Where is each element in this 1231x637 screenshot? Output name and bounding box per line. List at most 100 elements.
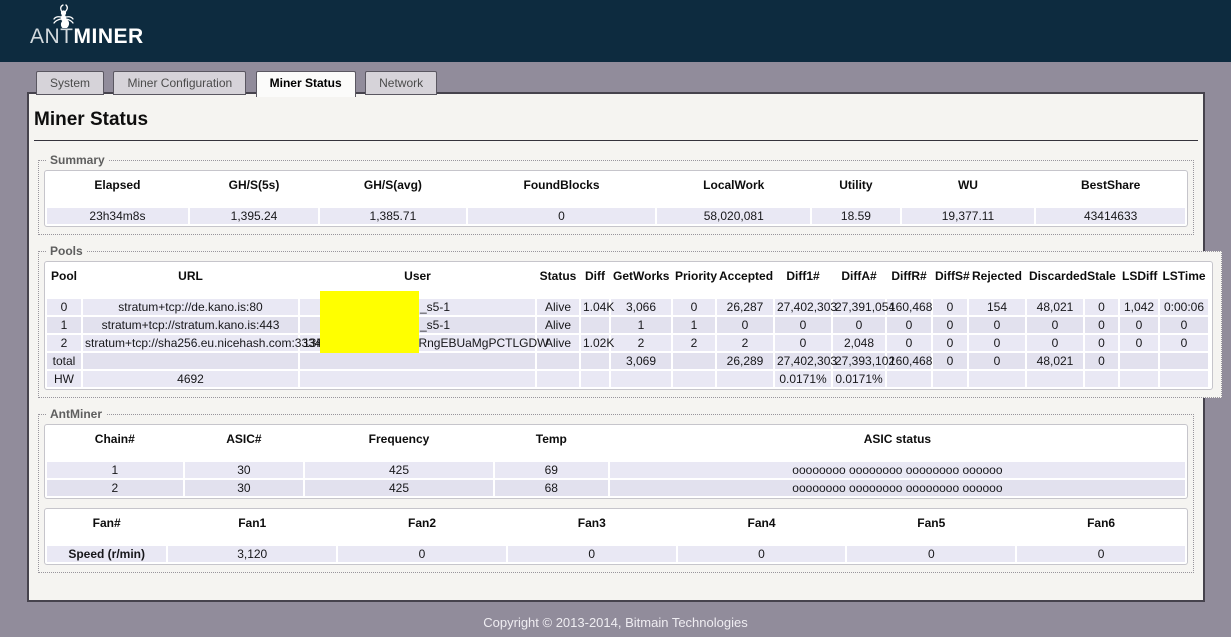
table-cell: 0 — [47, 299, 81, 315]
table-cell: 0 — [887, 335, 931, 351]
logo-miner: MINER — [74, 25, 144, 48]
pools-table: PoolURLUserStatusDiffGetWorksPriorityAcc… — [45, 262, 1210, 389]
column-header: WU — [902, 173, 1035, 206]
table-cell — [673, 353, 715, 369]
tab-miner-status[interactable]: Miner Status — [256, 71, 356, 97]
table-cell — [611, 371, 671, 387]
table-cell — [1027, 371, 1083, 387]
table-cell: Speed (r/min) — [47, 546, 166, 562]
column-header: DiffS# — [933, 264, 967, 297]
table-cell: 18.59 — [812, 208, 900, 224]
column-header: Pool — [47, 264, 81, 297]
column-header: Fan1 — [168, 511, 336, 544]
table-cell: 0 — [1120, 317, 1158, 333]
redaction-overlay — [320, 291, 419, 353]
top-banner: ANTMINER — [0, 0, 1231, 62]
table-cell: 4692 — [83, 371, 298, 387]
column-header: GH/S(5s) — [190, 173, 318, 206]
pools-legend: Pools — [46, 244, 87, 258]
fan-table: Fan#Fan1Fan2Fan3Fan4Fan5Fan6 Speed (r/mi… — [45, 509, 1187, 564]
table-row: 23042568oooooooo oooooooo oooooooo ooooo… — [47, 480, 1185, 496]
table-cell — [1160, 371, 1208, 387]
table-cell: 425 — [305, 480, 493, 496]
table-cell: 2 — [47, 480, 183, 496]
column-header: Fan# — [47, 511, 166, 544]
table-cell — [1085, 371, 1118, 387]
table-cell: 0 — [468, 208, 656, 224]
table-cell: 0 — [1017, 546, 1185, 562]
table-cell — [537, 371, 579, 387]
table-row: HW46920.0171%0.0171% — [47, 371, 1208, 387]
antminer-legend: AntMiner — [46, 407, 106, 421]
table-cell — [300, 371, 535, 387]
table-cell — [1120, 371, 1158, 387]
table-cell: 1 — [673, 317, 715, 333]
table-cell: oooooooo oooooooo oooooooo oooooo — [610, 462, 1185, 478]
table-row: 2stratum+tcp://sha256.eu.nicehash.com:33… — [47, 335, 1208, 351]
table-cell: 1.04K — [581, 299, 609, 315]
table-cell — [581, 353, 609, 369]
table-cell: 2 — [673, 335, 715, 351]
column-header: ASIC# — [185, 427, 304, 460]
tab-network[interactable]: Network — [365, 71, 437, 95]
table-cell — [581, 371, 609, 387]
table-cell: 0 — [933, 317, 967, 333]
table-cell — [887, 371, 931, 387]
table-cell: 0.0171% — [833, 371, 885, 387]
table-cell: 154 — [969, 299, 1025, 315]
table-cell: 3,066 — [611, 299, 671, 315]
column-header: BestShare — [1036, 173, 1185, 206]
table-cell: 27,391,054 — [833, 299, 885, 315]
table-cell — [969, 371, 1025, 387]
table-cell: 0 — [833, 317, 885, 333]
table-cell: 23h34m8s — [47, 208, 188, 224]
summary-section: Summary ElapsedGH/S(5s)GH/S(avg)FoundBlo… — [38, 153, 1194, 235]
table-cell: 2 — [611, 335, 671, 351]
table-cell: 0 — [969, 353, 1025, 369]
table-cell: 26,287 — [717, 299, 773, 315]
table-cell — [300, 353, 535, 369]
table-cell: 0:00:06 — [1160, 299, 1208, 315]
antminer-web-ui: ANTMINER System Miner Configuration Mine… — [0, 0, 1231, 637]
table-cell — [933, 371, 967, 387]
table-cell: 3,069 — [611, 353, 671, 369]
table-row: 0stratum+tcp://de.kano.is:80_s5-1Alive1.… — [47, 299, 1208, 315]
column-header: Diff1# — [775, 264, 831, 297]
content-panel: Miner Status Summary ElapsedGH/S(5s)GH/S… — [27, 92, 1205, 602]
table-cell: total — [47, 353, 81, 369]
column-header: LSDiff — [1120, 264, 1158, 297]
table-cell: 425 — [305, 462, 493, 478]
table-cell: 0 — [1027, 335, 1083, 351]
column-header: Utility — [812, 173, 900, 206]
table-cell: 0 — [969, 317, 1025, 333]
table-cell: 30 — [185, 462, 304, 478]
column-header: Stale — [1085, 264, 1118, 297]
column-header: Elapsed — [47, 173, 188, 206]
column-header: Rejected — [969, 264, 1025, 297]
tab-system[interactable]: System — [36, 71, 104, 95]
table-cell — [717, 371, 773, 387]
tab-miner-configuration[interactable]: Miner Configuration — [113, 71, 246, 95]
table-cell — [83, 353, 298, 369]
column-header: DiffR# — [887, 264, 931, 297]
table-cell: 1 — [611, 317, 671, 333]
table-cell: 0 — [933, 299, 967, 315]
table-row: 23h34m8s1,395.241,385.71058,020,08118.59… — [47, 208, 1185, 224]
table-cell: 0.0171% — [775, 371, 831, 387]
table-cell: Alive — [537, 317, 579, 333]
column-header: Priority — [673, 264, 715, 297]
table-cell: oooooooo oooooooo oooooooo oooooo — [610, 480, 1185, 496]
table-cell: 48,021 — [1027, 353, 1083, 369]
table-cell: 0 — [847, 546, 1015, 562]
table-cell: 0 — [933, 353, 967, 369]
table-cell: 19,377.11 — [902, 208, 1035, 224]
summary-legend: Summary — [46, 153, 109, 167]
table-cell: 1,395.24 — [190, 208, 318, 224]
table-cell: 2 — [47, 335, 81, 351]
chain-table: Chain#ASIC#FrequencyTempASIC status 1304… — [45, 425, 1187, 498]
table-cell: 68 — [495, 480, 608, 496]
table-cell: 43414633 — [1036, 208, 1185, 224]
table-cell: 0 — [1160, 317, 1208, 333]
table-cell: Alive — [537, 299, 579, 315]
column-header: DiffA# — [833, 264, 885, 297]
